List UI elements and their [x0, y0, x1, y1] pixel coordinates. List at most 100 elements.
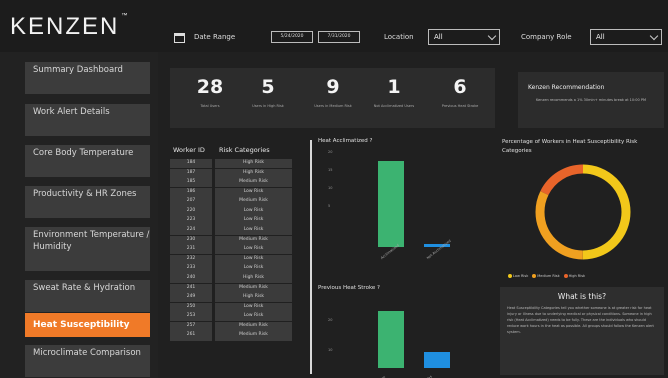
risk-category-cell: Low Risk — [215, 264, 292, 274]
bar-yes[interactable] — [424, 352, 450, 368]
chart-title-risk-percentage: Percentage of Workers in Heat Susceptibi… — [502, 139, 638, 154]
location-value: All — [434, 33, 443, 41]
recommendation-card: Kenzen Recommendation Kenzen recommends … — [518, 72, 664, 128]
y-tick-label: 15 — [328, 168, 333, 172]
sidebar-item-work-alert-details[interactable]: Work Alert Details — [25, 104, 150, 136]
chart-title-previous-heat-stroke: Previous Heat Stroke ? — [318, 285, 380, 291]
company-role-label: Company Role — [521, 33, 572, 41]
y-tick-label: 20 — [328, 318, 333, 322]
table-row[interactable]: 223 Low Risk — [170, 216, 292, 226]
risk-category-cell: Medium Risk — [215, 235, 292, 245]
risk-category-cell: Low Risk — [215, 312, 292, 322]
table-row[interactable]: 240 High Risk — [170, 273, 292, 284]
table-row[interactable]: 241 Medium Risk — [170, 283, 292, 293]
table-row[interactable]: 186 Low Risk — [170, 187, 292, 197]
table-header: Worker ID Risk Categories — [170, 146, 292, 159]
table-row[interactable]: 261 Medium Risk — [170, 331, 292, 341]
worker-id-cell: 185 — [170, 178, 212, 188]
risk-category-cell: Low Risk — [215, 206, 292, 217]
legend-item[interactable]: Low Risk — [508, 274, 528, 278]
worker-id-cell: 250 — [170, 302, 212, 312]
risk-category-cell: Medium Risk — [215, 178, 292, 188]
date-end-input[interactable]: 7/31/2020 — [318, 31, 360, 43]
worker-id-cell: 231 — [170, 245, 212, 255]
bar-acclimatized[interactable] — [378, 160, 404, 247]
kpi-value: 5 — [261, 76, 275, 98]
date-start-input[interactable]: 5/24/2020 — [271, 31, 313, 43]
table-row[interactable]: 187 High Risk — [170, 168, 292, 178]
date-range-label: Date Range — [194, 33, 236, 41]
legend-label: High Risk — [568, 274, 586, 278]
company-role-value: All — [596, 33, 605, 41]
kpi-high-risk: 5 Users in High Risk — [238, 76, 298, 108]
sidebar-item-heat-susceptibility[interactable]: Heat Susceptibility — [25, 313, 150, 337]
worker-id-cell: 257 — [170, 321, 212, 332]
worker-id-cell: 220 — [170, 206, 212, 217]
sidebar-item-core-body-temperature[interactable]: Core Body Temperature — [25, 145, 150, 177]
y-tick-label: 20 — [328, 150, 333, 154]
legend-label: Medium Risk — [537, 274, 560, 278]
risk-category-cell: High Risk — [215, 168, 292, 178]
table-row[interactable]: 224 Low Risk — [170, 226, 292, 236]
kpi-label: Users in Medium Risk — [314, 104, 352, 108]
table-row[interactable]: 232 Low Risk — [170, 254, 292, 264]
location-label: Location — [384, 33, 414, 41]
table-row[interactable]: 250 Low Risk — [170, 302, 292, 312]
column-header-risk-categories[interactable]: Risk Categories — [215, 146, 292, 159]
worker-id-cell: 233 — [170, 264, 212, 274]
worker-id-cell: 261 — [170, 331, 212, 341]
recommendation-title: Kenzen Recommendation — [528, 84, 605, 91]
legend-item[interactable]: Medium Risk — [532, 274, 560, 278]
kpi-value: 6 — [453, 76, 467, 98]
x-tick-label: Not Acclimatized — [426, 238, 452, 261]
sidebar: Summary Dashboard Work Alert Details Cor… — [0, 52, 158, 378]
chevron-down-icon — [649, 31, 659, 41]
risk-category-cell: Low Risk — [215, 187, 292, 197]
kenzen-logo: KENZEN ™ — [10, 13, 130, 40]
column-header-worker-id[interactable]: Worker ID — [170, 146, 215, 159]
table-row[interactable]: 257 Medium Risk — [170, 321, 292, 332]
risk-category-cell: Low Risk — [215, 226, 292, 236]
company-role-select[interactable]: All — [590, 29, 662, 45]
risk-category-cell: Low Risk — [215, 216, 292, 226]
worker-id-cell: 223 — [170, 216, 212, 226]
table-row[interactable]: 230 Medium Risk — [170, 235, 292, 245]
sidebar-item-microclimate-comparison[interactable]: Microclimate Comparison — [25, 345, 150, 377]
bar-no[interactable] — [378, 310, 404, 368]
y-tick-label: 10 — [328, 348, 333, 352]
kpi-card: 28 Total Users 5 Users in High Risk 9 Us… — [170, 68, 495, 128]
table-row[interactable]: 207 Medium Risk — [170, 197, 292, 207]
table-row[interactable]: 184 High Risk — [170, 159, 292, 169]
table-body: 184 High Risk 187 High Risk 185 Medium Risk 18… — [170, 159, 292, 341]
sidebar-item-productivity-hr-zones[interactable]: Productivity & HR Zones — [25, 186, 150, 218]
table-row[interactable]: 185 Medium Risk — [170, 178, 292, 188]
table-row[interactable]: 220 Low Risk — [170, 206, 292, 217]
kpi-value: 28 — [196, 76, 224, 98]
kpi-not-acclimatized: 1 Not Acclimatized Users — [364, 76, 424, 108]
worker-id-cell: 249 — [170, 293, 212, 303]
legend-item[interactable]: High Risk — [563, 274, 586, 278]
kpi-value: 1 — [387, 76, 401, 98]
table-row[interactable]: 253 Low Risk — [170, 312, 292, 322]
calendar-icon[interactable] — [174, 33, 185, 43]
legend-dot-icon — [508, 274, 512, 278]
sidebar-item-summary-dashboard[interactable]: Summary Dashboard — [25, 62, 150, 94]
worker-id-cell: 230 — [170, 235, 212, 245]
scrollbar[interactable] — [310, 140, 312, 374]
x-tick-label: Yes — [426, 374, 433, 378]
table-row[interactable]: 233 Low Risk — [170, 264, 292, 274]
worker-id-cell: 241 — [170, 283, 212, 293]
table-row[interactable]: 231 Low Risk — [170, 245, 292, 255]
kpi-label: Previous Heat Stroke — [441, 104, 479, 108]
legend-dot-icon — [563, 274, 568, 278]
sidebar-item-environment[interactable]: Environment Temperature / Humidity — [25, 227, 150, 271]
location-select[interactable]: All — [428, 29, 500, 45]
risk-category-donut-chart — [535, 164, 631, 260]
risk-category-cell: High Risk — [215, 273, 292, 284]
sidebar-item-sweat-rate-hydration[interactable]: Sweat Rate & Hydration — [25, 280, 150, 312]
worker-risk-table: Worker ID Risk Categories 184 High Risk 18… — [170, 146, 292, 341]
legend-label: Low Risk — [513, 274, 529, 278]
table-row[interactable]: 249 High Risk — [170, 293, 292, 303]
kpi-label: Total Users — [200, 104, 220, 108]
worker-id-cell: 224 — [170, 226, 212, 236]
